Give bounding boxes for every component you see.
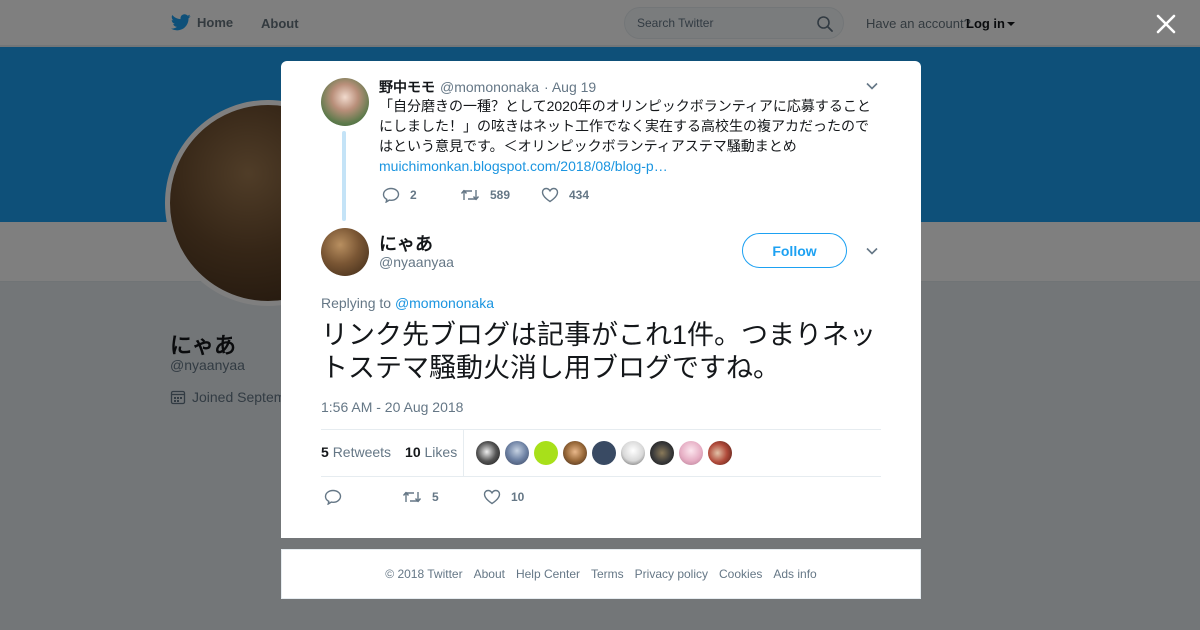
likes-stat[interactable]: 10 Likes — [405, 444, 457, 460]
parent-tweet-author-handle[interactable]: @momononaka — [440, 79, 539, 95]
main-tweet-text: リンク先ブログは記事がこれ1件。つまりネットステマ騒動火消し用ブログですね。 — [321, 320, 877, 383]
liker-avatar[interactable] — [708, 441, 732, 465]
thread-connector-line — [342, 131, 346, 221]
footer-link-cookies[interactable]: Cookies — [719, 567, 762, 581]
tweet-stats: 5 Retweets 10 Likes — [321, 444, 457, 460]
replying-to: Replying to @momononaka — [321, 295, 494, 311]
parent-tweet-header: 野中モモ @momononaka · Aug 19 — [379, 77, 596, 97]
liker-avatar[interactable] — [476, 441, 500, 465]
main-like-action[interactable]: 10 — [483, 489, 524, 505]
main-retweet-action[interactable]: 5 — [402, 489, 439, 505]
chevron-down-icon[interactable] — [866, 82, 878, 90]
likes-stat-count: 10 — [405, 444, 421, 460]
close-icon[interactable] — [1152, 10, 1180, 38]
liker-avatar[interactable] — [650, 441, 674, 465]
liker-avatar[interactable] — [534, 441, 558, 465]
replying-to-handle[interactable]: @momononaka — [395, 295, 494, 311]
parent-like-count: 434 — [569, 188, 590, 202]
footer-link-ads-info[interactable]: Ads info — [773, 567, 816, 581]
parent-tweet-link[interactable]: muichimonkan.blogspot.com/2018/08/blog-p… — [379, 156, 879, 176]
footer-link-about[interactable]: About — [474, 567, 505, 581]
main-tweet-author-name[interactable]: にゃあ — [379, 230, 433, 256]
main-tweet-author-handle[interactable]: @nyaanyaa — [379, 254, 454, 270]
parent-like-action[interactable]: 434 — [541, 187, 589, 203]
main-tweet-avatar[interactable] — [321, 228, 369, 276]
parent-retweet-action[interactable]: 589 — [460, 187, 510, 203]
stats-bottom-divider — [321, 476, 881, 477]
reply-icon — [324, 489, 342, 505]
likes-stat-label: Likes — [424, 444, 458, 460]
parent-retweet-count: 589 — [490, 188, 511, 202]
parent-tweet-body: 「自分磨きの一種？として2020年のオリンピックボランティアに応募することにしま… — [379, 98, 871, 154]
footer-link-terms[interactable]: Terms — [591, 567, 624, 581]
footer-link-privacy-policy[interactable]: Privacy policy — [635, 567, 708, 581]
main-retweet-count: 5 — [432, 490, 439, 504]
retweets-stat-count: 5 — [321, 444, 329, 460]
footer-copyright: © 2018 Twitter — [385, 567, 463, 581]
stats-top-divider — [321, 429, 881, 430]
liker-avatar[interactable] — [563, 441, 587, 465]
follow-button[interactable]: Follow — [742, 233, 847, 268]
main-reply-action[interactable] — [324, 489, 342, 505]
footer-link-help-center[interactable]: Help Center — [516, 567, 580, 581]
tweet-modal: 野中モモ @momononaka · Aug 19 「自分磨きの一種？として20… — [281, 61, 921, 538]
stats-separator — [463, 430, 464, 476]
parent-reply-count: 2 — [410, 188, 417, 202]
retweet-icon — [402, 491, 422, 503]
parent-tweet-author-name[interactable]: 野中モモ — [379, 77, 435, 97]
retweets-stat-label: Retweets — [332, 444, 392, 460]
retweet-icon — [460, 189, 480, 201]
parent-reply-action[interactable]: 2 — [382, 187, 417, 203]
main-like-count: 10 — [511, 490, 525, 504]
liker-avatar[interactable] — [621, 441, 645, 465]
reply-icon — [382, 187, 400, 203]
heart-icon — [483, 489, 501, 505]
chevron-down-icon[interactable] — [866, 247, 878, 255]
retweets-stat[interactable]: 5 Retweets — [321, 444, 391, 460]
parent-tweet-avatar[interactable] — [321, 78, 369, 126]
main-tweet-timestamp[interactable]: 1:56 AM - 20 Aug 2018 — [321, 399, 463, 415]
heart-icon — [541, 187, 559, 203]
liker-avatar[interactable] — [505, 441, 529, 465]
parent-tweet-date[interactable]: · Aug 19 — [544, 79, 596, 95]
liker-avatar[interactable] — [679, 441, 703, 465]
replying-to-label: Replying to — [321, 295, 392, 311]
modal-footer: © 2018 Twitter About Help Center Terms P… — [281, 549, 921, 599]
parent-tweet-text: 「自分磨きの一種？として2020年のオリンピックボランティアに応募することにしま… — [379, 96, 879, 176]
liker-avatar[interactable] — [592, 441, 616, 465]
